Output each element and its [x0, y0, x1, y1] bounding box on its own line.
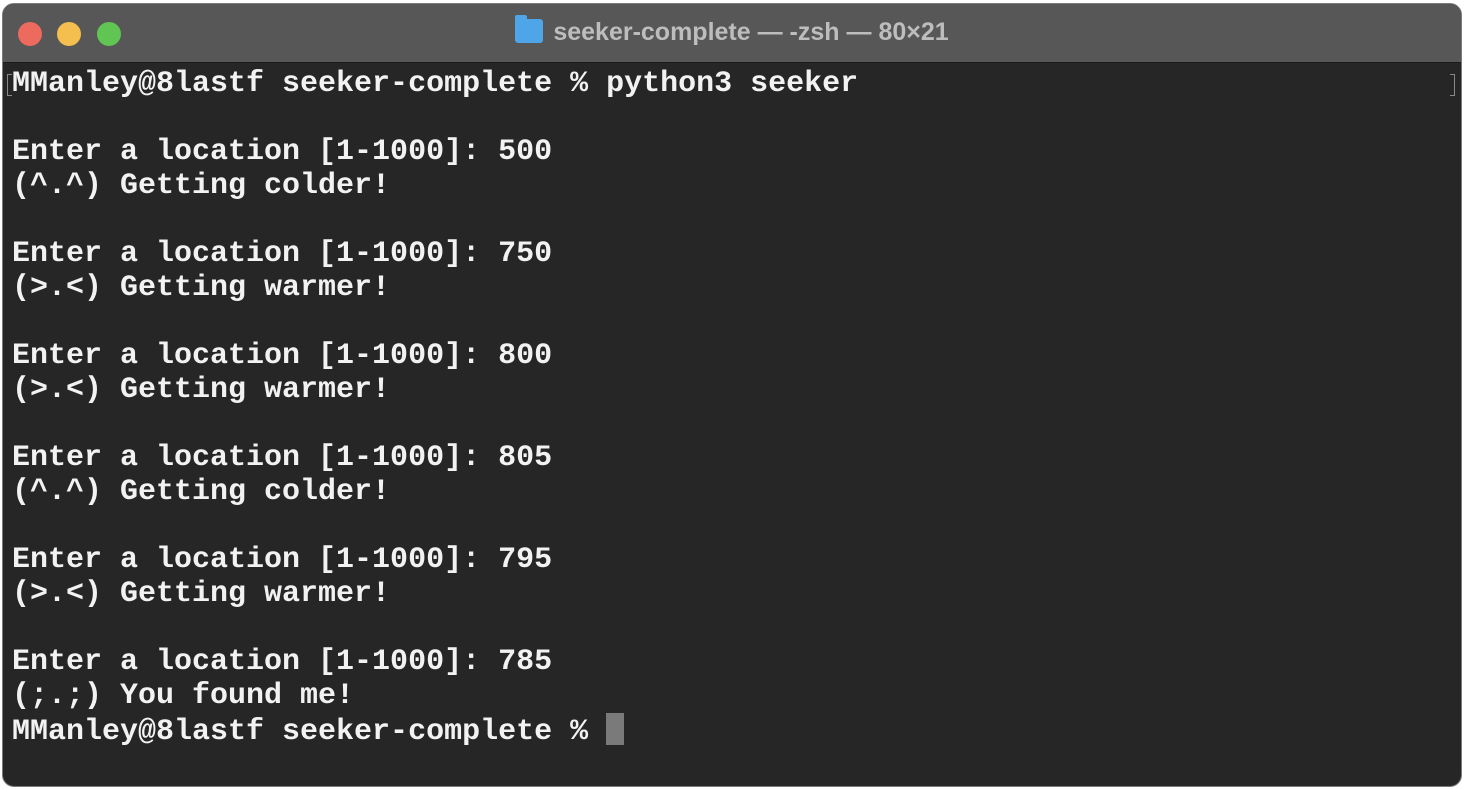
terminal-line: (^.^) Getting colder! — [12, 475, 391, 509]
folder-icon — [515, 15, 544, 43]
terminal-line: Enter a location [1-1000]: 805 — [12, 441, 553, 475]
title-bar[interactable]: seeker-complete — -zsh — 80×21 — [3, 4, 1461, 63]
terminal-line: (>.<) Getting warmer! — [12, 271, 391, 305]
terminal-output[interactable]: MManley@8lastf seeker-complete % python3… — [12, 67, 1451, 749]
terminal-line: (>.<) Getting warmer! — [12, 577, 391, 611]
prompt-line: MManley@8lastf seeker-complete % — [12, 713, 1451, 749]
terminal-line: Enter a location [1-1000]: 785 — [12, 645, 553, 679]
terminal-line: MManley@8lastf seeker-complete % python3… — [12, 67, 859, 101]
window-title: seeker-complete — -zsh — 80×21 — [3, 15, 1461, 47]
prompt-text: MManley@8lastf seeker-complete % — [12, 715, 607, 749]
terminal-line: (;.;) You found me! — [12, 679, 355, 713]
text-cursor — [606, 713, 625, 745]
terminal-line: Enter a location [1-1000]: 795 — [12, 543, 553, 577]
terminal-line: Enter a location [1-1000]: 500 — [12, 135, 553, 169]
terminal-line: Enter a location [1-1000]: 750 — [12, 237, 553, 271]
terminal-line: Enter a location [1-1000]: 800 — [12, 339, 553, 373]
terminal-line: (>.<) Getting warmer! — [12, 373, 391, 407]
terminal-window: seeker-complete — -zsh — 80×21 MManley@8… — [2, 3, 1462, 787]
window-title-text: seeker-complete — -zsh — 80×21 — [553, 18, 949, 46]
terminal-line: (^.^) Getting colder! — [12, 169, 391, 203]
